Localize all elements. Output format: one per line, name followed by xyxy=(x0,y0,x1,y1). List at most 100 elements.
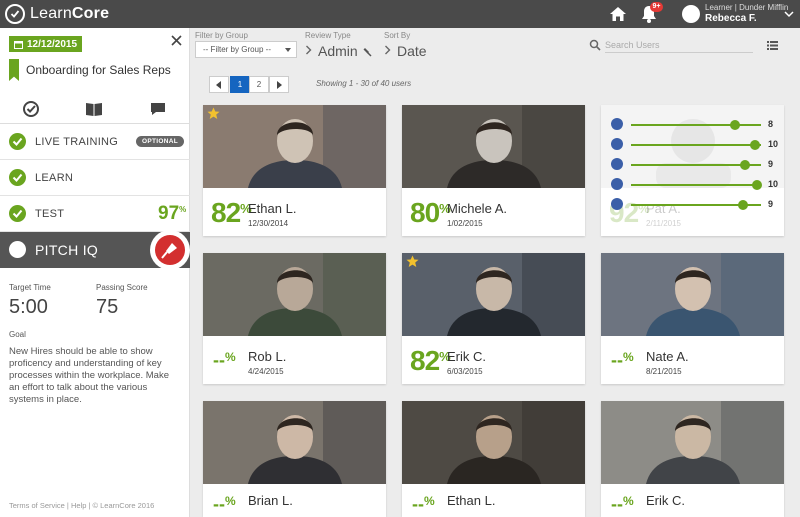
next-page-button[interactable] xyxy=(269,76,289,93)
bookmark-icon xyxy=(9,59,19,81)
course-date: 12/12/2015 xyxy=(27,38,78,50)
test-score: 97% xyxy=(158,203,187,224)
user-name: Erik C. xyxy=(646,493,685,508)
user-name: Rob L. xyxy=(248,349,287,364)
skill-slider-knob[interactable] xyxy=(730,120,740,130)
gavel-icon xyxy=(363,48,372,57)
chevron-right-icon[interactable] xyxy=(384,45,391,55)
footer[interactable]: Terms of Service | Help | © LearnCore 20… xyxy=(9,501,154,510)
sidebar-tabs xyxy=(0,96,190,124)
user-date: 1/02/2015 xyxy=(447,219,483,228)
step-live-training[interactable]: LIVE TRAINING OPTIONAL xyxy=(0,124,190,160)
step-label: TEST xyxy=(35,207,65,220)
user-name: Ethan L. xyxy=(248,201,297,216)
goal-label: Goal xyxy=(9,330,26,339)
user-card[interactable]: 82% Ethan L. 12/30/2014 xyxy=(203,105,386,236)
shield-icon xyxy=(611,158,623,170)
logo[interactable]: LearnCore xyxy=(5,4,109,24)
skill-value: 8 xyxy=(768,119,774,129)
filter-group-value: -- Filter by Group -- xyxy=(203,45,272,54)
chevron-down-icon[interactable] xyxy=(784,10,794,18)
course-title: Onboarding for Sales Reps xyxy=(26,63,171,77)
user-score: --% xyxy=(611,350,634,370)
user-card[interactable]: 92% Pat A. 2/11/2015 8 10 9 10 9 xyxy=(601,105,784,236)
filter-group-select[interactable]: -- Filter by Group -- xyxy=(195,41,297,58)
user-name: Nate A. xyxy=(646,349,689,364)
user-card[interactable]: 80% Michele A. 1/02/2015 xyxy=(402,105,585,236)
user-video-thumbnail[interactable] xyxy=(203,253,386,336)
user-card[interactable]: --% Ethan L. xyxy=(402,401,585,517)
user-card[interactable]: 82% Erik C. 6/03/2015 xyxy=(402,253,585,384)
user-avatar[interactable] xyxy=(682,5,700,23)
page-2-button[interactable]: 2 xyxy=(249,76,269,93)
user-card[interactable]: --% Rob L. 4/24/2015 xyxy=(203,253,386,384)
sidebar: 12/12/2015 Onboarding for Sales Reps LIV… xyxy=(0,28,190,517)
skill-rating-row: 9 xyxy=(611,198,779,212)
date-badge: 12/12/2015 xyxy=(9,36,83,52)
microphone-icon xyxy=(161,243,177,259)
skill-rating-row: 10 xyxy=(611,138,779,152)
notification-badge: 9+ xyxy=(650,2,663,12)
skill-rating-row: 10 xyxy=(611,178,779,192)
optional-badge: OPTIONAL xyxy=(136,136,184,147)
chevron-right-icon[interactable] xyxy=(305,45,312,55)
user-score: 80% xyxy=(410,197,451,228)
user-card[interactable]: --% Erik C. xyxy=(601,401,784,517)
skill-slider-knob[interactable] xyxy=(738,200,748,210)
search-icon xyxy=(589,39,601,51)
review-type-value[interactable]: Admin xyxy=(318,43,372,59)
skill-rating-row: 8 xyxy=(611,118,779,132)
skill-track xyxy=(631,144,761,146)
checkmark-icon xyxy=(9,169,26,186)
skill-track xyxy=(631,124,761,126)
award-icon xyxy=(611,118,623,130)
close-icon[interactable] xyxy=(170,34,183,47)
star-icon[interactable] xyxy=(207,107,220,120)
user-date: 6/03/2015 xyxy=(447,367,483,376)
filter-group-label: Filter by Group xyxy=(195,31,248,40)
user-video-thumbnail[interactable] xyxy=(402,253,585,336)
user-score: --% xyxy=(213,494,236,514)
chevron-left-icon xyxy=(216,81,221,89)
skill-value: 9 xyxy=(768,199,774,209)
user-score: 82% xyxy=(211,197,252,228)
search-input[interactable] xyxy=(605,37,753,53)
list-view-icon[interactable] xyxy=(767,41,778,50)
step-learn[interactable]: LEARN xyxy=(0,160,190,196)
user-video-thumbnail[interactable] xyxy=(203,105,386,188)
step-pitch-iq[interactable]: PITCH IQ xyxy=(0,230,190,270)
user-video-thumbnail[interactable] xyxy=(203,401,386,484)
page-1-button[interactable]: 1 xyxy=(230,76,250,93)
chat-icon[interactable] xyxy=(149,100,167,118)
checklist-icon[interactable] xyxy=(22,100,40,118)
record-badge[interactable] xyxy=(150,230,190,270)
user-video-thumbnail[interactable] xyxy=(601,253,784,336)
user-date: 12/30/2014 xyxy=(248,219,289,228)
prev-page-button[interactable] xyxy=(209,76,229,93)
book-icon[interactable] xyxy=(85,100,103,118)
user-video-thumbnail[interactable] xyxy=(402,105,585,188)
user-card[interactable]: --% Brian L. xyxy=(203,401,386,517)
review-type-label: Review Type xyxy=(305,31,351,40)
step-label: PITCH IQ xyxy=(35,242,99,258)
star-icon[interactable] xyxy=(406,255,419,268)
skill-slider-knob[interactable] xyxy=(750,140,760,150)
passing-score-value: 75 xyxy=(96,296,119,318)
user-card[interactable]: --% Nate A. 8/21/2015 xyxy=(601,253,784,384)
user-score: --% xyxy=(412,494,435,514)
sort-by-value[interactable]: Date xyxy=(397,43,427,59)
checkmark-icon xyxy=(9,133,26,150)
caret-down-icon xyxy=(285,48,291,52)
user-video-thumbnail[interactable] xyxy=(601,401,784,484)
home-icon[interactable] xyxy=(609,5,627,23)
lightbulb-icon xyxy=(611,138,623,150)
user-name[interactable]: Rebecca F. xyxy=(705,13,757,24)
skill-slider-knob[interactable] xyxy=(752,180,762,190)
step-label: LEARN xyxy=(35,171,74,184)
user-date: 8/21/2015 xyxy=(646,367,682,376)
user-video-thumbnail[interactable] xyxy=(402,401,585,484)
skill-slider-knob[interactable] xyxy=(740,160,750,170)
step-test[interactable]: TEST 97% xyxy=(0,196,190,232)
user-date: 2/11/2015 xyxy=(646,219,681,228)
passing-score-label: Passing Score xyxy=(96,283,148,292)
